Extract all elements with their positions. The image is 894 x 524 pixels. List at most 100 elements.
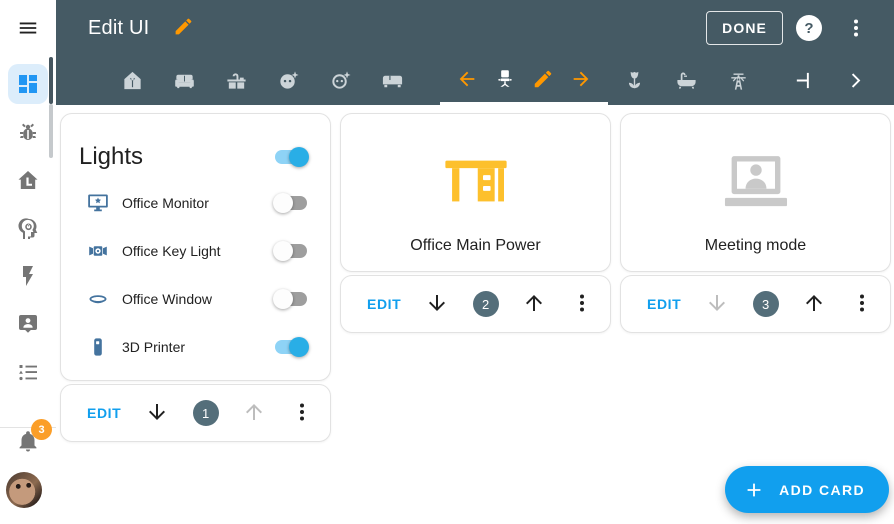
move-tab-left-button[interactable]	[456, 68, 478, 94]
add-card-label: ADD CARD	[779, 482, 865, 498]
card-position-badge: 2	[473, 291, 499, 317]
arrow-up-icon	[522, 291, 546, 315]
tab-vacuum-2[interactable]	[314, 56, 366, 105]
tab-bedroom[interactable]	[366, 56, 418, 105]
arrow-down-icon	[425, 291, 449, 315]
dots-vertical-icon	[290, 400, 314, 424]
sidebar-nav	[0, 56, 56, 400]
plus-icon	[743, 479, 765, 501]
help-icon: ?	[804, 20, 813, 37]
add-card-button[interactable]: ADD CARD	[725, 466, 889, 513]
arrow-up-icon	[802, 291, 826, 315]
home-letter-l-icon	[16, 168, 40, 192]
tab-bar	[56, 56, 894, 105]
notifications-button[interactable]: 3	[8, 425, 48, 459]
entity-row-office-monitor[interactable]: Office Monitor	[61, 179, 330, 227]
sidebar-item-todo[interactable]	[8, 352, 48, 392]
arrow-down-icon	[145, 400, 169, 424]
sidebar-item-media[interactable]	[8, 304, 48, 344]
tab-vacuum-1[interactable]	[262, 56, 314, 105]
done-button[interactable]: DONE	[706, 11, 783, 45]
main-panel: Edit UI DONE ?	[56, 0, 894, 524]
tab-scroll-end[interactable]	[778, 56, 830, 105]
active-tab-office[interactable]	[440, 56, 608, 105]
card-position-badge: 1	[193, 400, 219, 426]
bulleted-list-icon	[16, 360, 40, 384]
desk-icon	[432, 146, 520, 216]
edit-card-button[interactable]: EDIT	[87, 405, 121, 421]
entities-card-lights: Lights Office Monitor	[60, 113, 331, 381]
window-oval-icon	[86, 287, 110, 311]
move-card-up-button[interactable]	[522, 291, 546, 317]
entity-row-office-window[interactable]: Office Window	[61, 275, 330, 323]
office-monitor-toggle[interactable]	[273, 193, 309, 213]
view-dashboard-icon	[16, 72, 40, 96]
user-avatar[interactable]	[6, 472, 42, 508]
entity-row-3d-printer[interactable]: 3D Printer	[61, 323, 330, 371]
button-card-label: Meeting mode	[705, 237, 806, 255]
tab-utility[interactable]	[712, 56, 764, 105]
move-tab-right-button[interactable]	[570, 68, 592, 94]
tab-kitchen[interactable]	[210, 56, 262, 105]
office-window-toggle[interactable]	[273, 289, 309, 309]
sidebar-item-automations[interactable]	[8, 208, 48, 248]
bathtub-icon	[675, 69, 698, 92]
transmission-tower-icon	[727, 69, 750, 92]
card-options-button[interactable]	[850, 291, 874, 317]
edit-card-button[interactable]: EDIT	[647, 296, 681, 312]
button-card-meeting-mode[interactable]: Meeting mode	[620, 113, 891, 272]
entity-name: 3D Printer	[122, 339, 273, 355]
move-card-up-button[interactable]	[802, 291, 826, 317]
card-edit-toolbar: EDIT 2	[340, 275, 611, 333]
office-key-light-toggle[interactable]	[273, 241, 309, 261]
entity-row-office-key-light[interactable]: Office Key Light	[61, 227, 330, 275]
sidebar-item-home-l[interactable]	[8, 160, 48, 200]
lightning-bolt-icon	[16, 264, 40, 288]
card-options-button[interactable]	[290, 400, 314, 426]
tab-garden[interactable]	[608, 56, 660, 105]
card-position-badge: 3	[753, 291, 779, 317]
sidebar-item-dashboard[interactable]	[8, 64, 48, 104]
arrow-up-icon	[242, 400, 266, 424]
lights-master-toggle[interactable]	[273, 147, 309, 167]
move-card-down-button[interactable]	[705, 291, 729, 317]
badge-account-icon	[16, 312, 40, 336]
countertop-icon	[225, 69, 248, 92]
edit-tab-button[interactable]	[532, 68, 554, 94]
dots-vertical-icon	[844, 16, 868, 40]
edit-card-button[interactable]: EDIT	[367, 296, 401, 312]
hamburger-icon	[17, 17, 39, 39]
card-edit-toolbar: EDIT 3	[620, 275, 891, 333]
tab-scroll-next[interactable]	[830, 56, 882, 105]
button-card-office-main-power[interactable]: Office Main Power	[340, 113, 611, 272]
arrow-down-icon	[705, 291, 729, 315]
move-card-down-button[interactable]	[145, 400, 169, 426]
tab-home[interactable]	[106, 56, 158, 105]
printer-3d-toggle[interactable]	[273, 337, 309, 357]
sidebar-item-energy[interactable]	[8, 256, 48, 296]
edit-dashboard-title-button[interactable]	[173, 16, 194, 40]
move-card-down-button[interactable]	[425, 291, 449, 317]
tab-bathroom[interactable]	[660, 56, 712, 105]
sidebar: 3	[0, 0, 56, 524]
sidebar-scrollbar-track[interactable]	[49, 104, 53, 158]
card-options-button[interactable]	[570, 291, 594, 317]
help-button[interactable]: ?	[796, 15, 822, 41]
sidebar-item-bug[interactable]	[8, 112, 48, 152]
tab-living-room[interactable]	[158, 56, 210, 105]
dashboard-view: Lights Office Monitor	[56, 105, 894, 524]
overflow-menu-button[interactable]	[844, 16, 868, 40]
dots-vertical-icon	[850, 291, 874, 315]
app-window: 3 Edit UI DONE ?	[0, 0, 894, 524]
tab-office-icon-button[interactable]	[494, 68, 516, 94]
sidebar-scrollbar-thumb[interactable]	[49, 57, 53, 104]
move-card-up-button[interactable]	[242, 400, 266, 426]
app-header: Edit UI DONE ?	[56, 0, 894, 105]
robot-vacuum-sparkle-icon	[277, 69, 300, 92]
robot-vacuum-sparkle-outline-icon	[329, 69, 352, 92]
pencil-icon	[532, 68, 554, 90]
monitor-star-icon	[86, 191, 110, 215]
button-card-label: Office Main Power	[410, 237, 540, 255]
sidebar-menu-button[interactable]	[0, 0, 56, 56]
page-title: Edit UI	[88, 17, 149, 40]
